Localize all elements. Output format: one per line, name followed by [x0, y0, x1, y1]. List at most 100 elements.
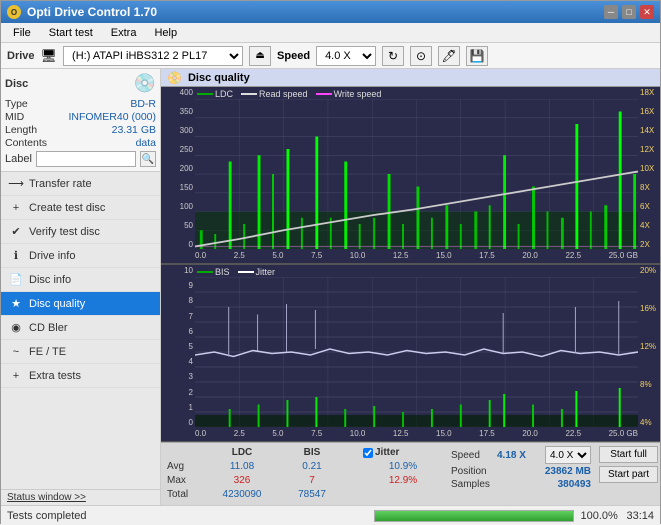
stats-col-empty: [167, 446, 207, 460]
speed-row: Speed 4.18 X 4.0 X: [451, 446, 591, 464]
disc-quality-icon: ★: [9, 297, 23, 311]
stats-header-row: LDC BIS Jitter: [167, 446, 443, 460]
nav-extra-tests[interactable]: + Extra tests: [1, 364, 160, 388]
nav-transfer-rate[interactable]: ⟶ Transfer rate: [1, 172, 160, 196]
ldc-y-axis-right: 2X 4X 6X 8X 10X 12X 14X 16X 18X: [638, 87, 660, 249]
app-title: Opti Drive Control 1.70: [27, 5, 157, 19]
nav-disc-quality[interactable]: ★ Disc quality: [1, 292, 160, 316]
disc-length-value: 23.31 GB: [112, 124, 156, 136]
nav-extra-tests-label: Extra tests: [29, 370, 81, 382]
disc-info-header: Disc 💿: [5, 73, 156, 94]
bis-y-3: 3: [161, 373, 193, 381]
speed-select-stats[interactable]: 4.0 X: [545, 446, 591, 464]
nav-fe-te[interactable]: ~ FE / TE: [1, 340, 160, 364]
y-label-350: 350: [161, 108, 193, 116]
y-label-150: 150: [161, 184, 193, 192]
eject-button[interactable]: ⏏: [249, 46, 271, 66]
bis-y-r-20: 20%: [640, 267, 660, 275]
bis-y-4: 4: [161, 358, 193, 366]
ldc-svg: [195, 99, 638, 249]
avg-ldc: 11.08: [207, 460, 277, 474]
nav-cd-bler[interactable]: ◉ CD Bler: [1, 316, 160, 340]
nav-disc-info-label: Disc info: [29, 274, 71, 286]
jitter-checkbox[interactable]: [363, 448, 373, 458]
bis-y-9: 9: [161, 282, 193, 290]
sidebar: Disc 💿 Type BD-R MID INFOMER40 (000) Len…: [1, 69, 161, 505]
status-window-button[interactable]: Status window >>: [7, 492, 86, 503]
bis-x-75: 7.5: [311, 427, 322, 441]
menu-help[interactable]: Help: [146, 25, 185, 41]
minimize-button[interactable]: ─: [604, 5, 618, 19]
disc-quality-title: Disc quality: [188, 72, 250, 84]
bis-y-r-8: 8%: [640, 381, 660, 389]
nav-verify-test-disc[interactable]: ✔ Verify test disc: [1, 220, 160, 244]
position-val: 23862 MB: [545, 466, 591, 477]
stats-col-bis: BIS: [277, 446, 347, 460]
action-buttons: Start full Start part: [599, 446, 658, 483]
charts-area: LDC Read speed Write speed 0 50 100: [161, 87, 660, 442]
x-50: 5.0: [272, 249, 283, 263]
tool-btn-1[interactable]: ⊙: [410, 46, 432, 66]
speed-select[interactable]: 4.0 X: [316, 46, 376, 66]
drive-icon: 🖥: [41, 48, 58, 64]
nav-disc-info[interactable]: 📄 Disc info: [1, 268, 160, 292]
menu-extra[interactable]: Extra: [103, 25, 145, 41]
max-label: Max: [167, 474, 207, 488]
maximize-button[interactable]: □: [622, 5, 636, 19]
bottom-progress-fill: [375, 511, 573, 521]
save-button[interactable]: 💾: [466, 46, 488, 66]
bis-y-10: 10: [161, 267, 193, 275]
drive-select[interactable]: (H:) ATAPI iHBS312 2 PL17: [63, 46, 243, 66]
samples-val: 380493: [558, 479, 591, 490]
sidebar-status-bar: Status window >>: [1, 489, 160, 505]
stats-total-row: Total 4230090 78547: [167, 488, 443, 502]
bis-y-7: 7: [161, 313, 193, 321]
refresh-button[interactable]: ↻: [382, 46, 404, 66]
y-label-r-2x: 2X: [640, 241, 660, 249]
fe-te-icon: ~: [9, 345, 23, 359]
bis-x-0: 0.0: [195, 427, 206, 441]
tool-btn-2[interactable]: 🖊: [438, 46, 460, 66]
legend-read-speed-label: Read speed: [259, 89, 308, 99]
disc-type-row: Type BD-R: [5, 98, 156, 110]
legend-ldc-label: LDC: [215, 89, 233, 99]
disc-label-input[interactable]: [36, 151, 136, 167]
disc-label-browse-button[interactable]: 🔍: [140, 151, 156, 167]
disc-info-panel: Disc 💿 Type BD-R MID INFOMER40 (000) Len…: [1, 69, 160, 172]
bis-y-axis-right: 4% 8% 12% 16% 20%: [638, 265, 660, 427]
y-label-r-12x: 12X: [640, 146, 660, 154]
menu-file[interactable]: File: [5, 25, 39, 41]
menu-start-test[interactable]: Start test: [41, 25, 101, 41]
y-label-300: 300: [161, 127, 193, 135]
disc-info-icon: 📄: [9, 273, 23, 287]
disc-contents-value: data: [136, 137, 156, 149]
stats-avg-row: Avg 11.08 0.21 10.9%: [167, 460, 443, 474]
y-label-r-18x: 18X: [640, 89, 660, 97]
disc-type-label: Type: [5, 98, 28, 110]
bis-y-r-12: 12%: [640, 343, 660, 351]
max-bis: 7: [277, 474, 347, 488]
speed-label: Speed: [277, 50, 310, 62]
bottom-progress-bar: [374, 510, 574, 522]
nav-drive-info-label: Drive info: [29, 250, 75, 262]
start-part-button[interactable]: Start part: [599, 466, 658, 483]
y-label-r-6x: 6X: [640, 203, 660, 211]
ldc-chart: LDC Read speed Write speed 0 50 100: [161, 87, 660, 264]
x-75: 7.5: [311, 249, 322, 263]
nav-create-test-disc[interactable]: + Create test disc: [1, 196, 160, 220]
x-175: 17.5: [479, 249, 495, 263]
nav-create-test-disc-label: Create test disc: [29, 202, 105, 214]
bis-y-0: 0: [161, 419, 193, 427]
close-button[interactable]: ✕: [640, 5, 654, 19]
legend-ldc: LDC: [197, 89, 233, 99]
legend-write-speed: Write speed: [316, 89, 382, 99]
x-200: 20.0: [522, 249, 538, 263]
position-label: Position: [451, 466, 487, 477]
legend-jitter: Jitter: [238, 267, 276, 277]
drive-info-icon: ℹ: [9, 249, 23, 263]
max-ldc: 326: [207, 474, 277, 488]
speed-val: 4.18 X: [497, 450, 526, 461]
nav-drive-info[interactable]: ℹ Drive info: [1, 244, 160, 268]
start-full-button[interactable]: Start full: [599, 446, 658, 463]
bis-x-125: 12.5: [393, 427, 409, 441]
